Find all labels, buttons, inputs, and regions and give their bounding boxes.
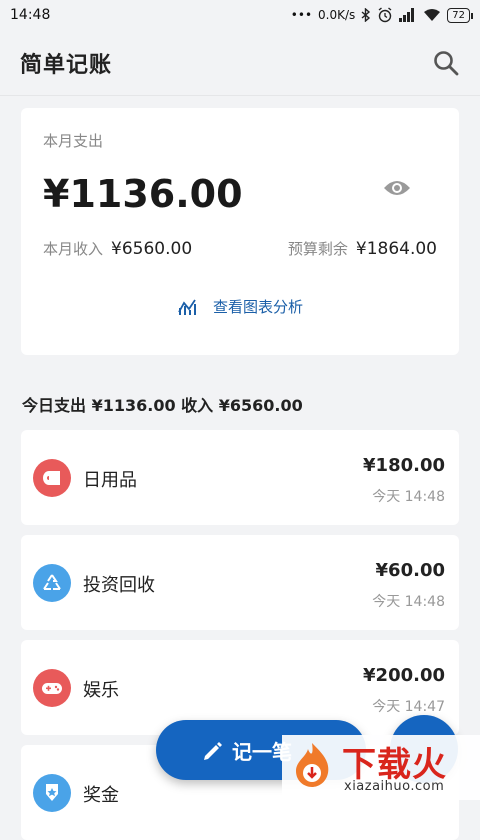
item-amount: ¥180.00 bbox=[363, 455, 445, 476]
recycle-icon bbox=[33, 564, 71, 602]
gamepad-icon bbox=[33, 669, 71, 707]
view-chart-label: 查看图表分析 bbox=[212, 298, 303, 316]
month-income-label: 本月收入 bbox=[43, 240, 104, 258]
item-category: 娱乐 bbox=[83, 680, 119, 701]
month-expense-label: 本月支出 bbox=[43, 132, 104, 150]
chart-icon bbox=[178, 299, 196, 315]
badge-icon bbox=[33, 774, 71, 812]
flame-logo-icon bbox=[296, 743, 329, 787]
status-bar: 14:48 ••• 0.0K/s 72 bbox=[0, 0, 480, 30]
view-chart-link[interactable]: 查看图表分析 bbox=[21, 296, 459, 317]
alarm-icon bbox=[378, 7, 392, 23]
app-bar: 简单记账 bbox=[0, 30, 480, 96]
list-item[interactable]: 日用品 ¥180.00 今天 14:48 bbox=[21, 430, 459, 525]
month-income-amount: ¥6560.00 bbox=[111, 239, 193, 259]
signal-icon bbox=[399, 8, 415, 22]
item-time: 今天 14:47 bbox=[372, 699, 445, 715]
budget-remaining-label: 预算剩余 bbox=[287, 240, 348, 258]
network-speed: 0.0K/s bbox=[318, 8, 356, 22]
search-icon[interactable] bbox=[432, 49, 460, 77]
month-income-row: 本月收入 ¥6560.00 bbox=[43, 238, 192, 259]
month-expense-amount: ¥1136.00 bbox=[43, 172, 243, 216]
page-title: 简单记账 bbox=[20, 52, 113, 78]
item-amount: ¥60.00 bbox=[375, 560, 445, 581]
pencil-icon bbox=[204, 742, 222, 760]
toilet-paper-icon bbox=[33, 459, 71, 497]
list-item[interactable]: 投资回收 ¥60.00 今天 14:48 bbox=[21, 535, 459, 630]
item-category: 日用品 bbox=[83, 470, 137, 491]
today-summary-header: 今日支出 ¥1136.00 收入 ¥6560.00 bbox=[22, 396, 303, 415]
item-time: 今天 14:48 bbox=[372, 594, 445, 610]
battery-icon: 72 bbox=[447, 7, 473, 23]
more-dots-icon: ••• bbox=[290, 8, 313, 22]
item-category: 投资回收 bbox=[83, 575, 155, 596]
item-category: 奖金 bbox=[83, 785, 119, 806]
watermark-url: xiazaihuo.com bbox=[344, 779, 445, 794]
status-icons: ••• 0.0K/s 72 bbox=[290, 7, 473, 23]
wifi-icon bbox=[424, 9, 441, 21]
monthly-summary-card: 本月支出 ¥1136.00 本月收入 ¥6560.00 预算剩余 ¥1864.0… bbox=[21, 108, 459, 355]
budget-remaining-amount: ¥1864.00 bbox=[355, 239, 437, 259]
eye-icon[interactable] bbox=[383, 178, 411, 198]
budget-remaining-row: 预算剩余 ¥1864.00 bbox=[288, 238, 437, 259]
status-time: 14:48 bbox=[10, 7, 51, 23]
item-amount: ¥200.00 bbox=[363, 665, 445, 686]
item-time: 今天 14:48 bbox=[372, 489, 445, 505]
watermark: 下载火 xiazaihuo.com bbox=[282, 735, 480, 800]
bluetooth-icon bbox=[361, 8, 371, 22]
